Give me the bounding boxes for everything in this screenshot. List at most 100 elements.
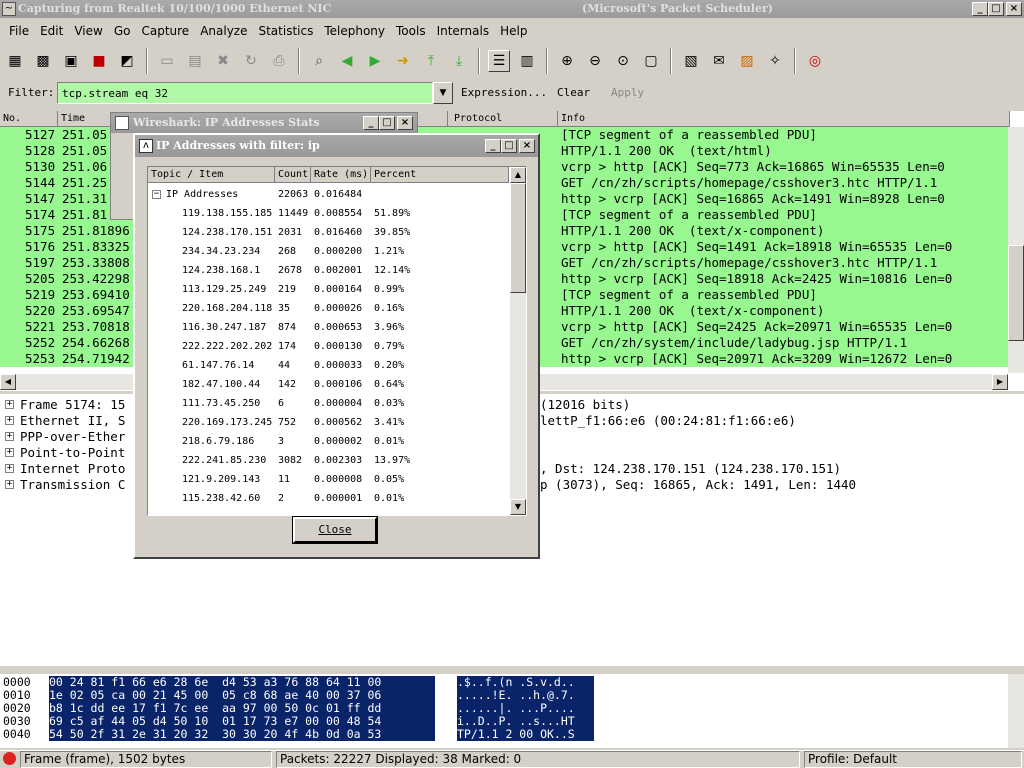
- interfaces-icon[interactable]: ▦: [4, 50, 26, 72]
- stats-ip-row[interactable]: 220.169.173.245 752 0.000562 3.41%: [148, 413, 508, 432]
- col-topic[interactable]: Topic / Item: [148, 167, 275, 183]
- stats-root-row[interactable]: − IP Addresses 22063 0.016484: [148, 185, 508, 204]
- go-last-icon[interactable]: ⤓: [448, 50, 470, 72]
- expand-icon[interactable]: +: [5, 480, 14, 489]
- go-forward-icon[interactable]: ▶: [364, 50, 386, 72]
- stats-ip-row[interactable]: 115.238.42.60 2 0.000001 0.01%: [148, 489, 508, 508]
- stop-capture-icon[interactable]: ■: [88, 50, 110, 72]
- print-icon[interactable]: ⎙: [268, 50, 290, 72]
- display-filters-icon[interactable]: ✉: [708, 50, 730, 72]
- bg-dialog-close-button[interactable]: ×: [397, 116, 413, 130]
- hscroll-left-arrow[interactable]: ◀: [0, 374, 16, 390]
- menu-help[interactable]: Help: [500, 24, 527, 38]
- expand-icon[interactable]: +: [5, 400, 14, 409]
- go-first-icon[interactable]: ⤒: [420, 50, 442, 72]
- stats-ip-row[interactable]: 124.238.170.151 2031 0.016460 39.85%: [148, 223, 508, 242]
- zoom-normal-icon[interactable]: ⊙: [612, 50, 634, 72]
- find-icon[interactable]: ⌕: [308, 50, 330, 72]
- apply-button[interactable]: Apply: [611, 86, 644, 99]
- collapse-icon[interactable]: −: [152, 190, 161, 199]
- column-info-label: Info: [561, 113, 586, 124]
- expert-info-icon[interactable]: [3, 752, 16, 765]
- menu-edit[interactable]: Edit: [40, 24, 63, 38]
- stats-ip-row[interactable]: 111.73.45.250 6 0.000004 0.03%: [148, 394, 508, 413]
- hex-bytes[interactable]: 54 50 2f 31 2e 31 20 32 30 30 20 4f 4b 0…: [49, 728, 435, 741]
- col-percent[interactable]: Percent: [371, 167, 509, 183]
- maximize-button[interactable]: □: [988, 2, 1004, 16]
- colorize-icon[interactable]: ☰: [488, 50, 510, 72]
- minimize-button[interactable]: _: [972, 2, 988, 16]
- close-window-button[interactable]: ×: [1006, 2, 1022, 16]
- menu-analyze[interactable]: Analyze: [200, 24, 247, 38]
- menu-telephony[interactable]: Telephony: [324, 24, 385, 38]
- expression-button[interactable]: Expression...: [461, 86, 547, 99]
- menu-go[interactable]: Go: [114, 24, 131, 38]
- stats-scroll-up[interactable]: ▲: [510, 167, 526, 183]
- auto-scroll-icon[interactable]: ▥: [516, 50, 538, 72]
- capture-filters-icon[interactable]: ▧: [680, 50, 702, 72]
- stats-scroll-thumb[interactable]: [510, 183, 526, 293]
- menu-internals[interactable]: Internals: [437, 24, 490, 38]
- stats-ip-row[interactable]: 218.6.79.186 3 0.000002 0.01%: [148, 432, 508, 451]
- go-back-icon[interactable]: ◀: [336, 50, 358, 72]
- save-file-icon[interactable]: ▤: [184, 50, 206, 72]
- go-to-packet-icon[interactable]: ➜: [392, 50, 414, 72]
- stats-scroll-down[interactable]: ▼: [510, 499, 526, 515]
- start-capture-icon[interactable]: ▣: [60, 50, 82, 72]
- detail-left: Internet Proto: [20, 461, 126, 476]
- stats-ip-row[interactable]: 222.222.202.202 174 0.000130 0.79%: [148, 337, 508, 356]
- column-header-info[interactable]: Info: [558, 111, 1010, 127]
- vscroll-thumb[interactable]: [1008, 245, 1024, 341]
- hscroll-right-arrow[interactable]: ▶: [992, 374, 1008, 390]
- expand-icon[interactable]: +: [5, 448, 14, 457]
- expand-icon[interactable]: +: [5, 432, 14, 441]
- dialog-minimize-button[interactable]: _: [485, 139, 501, 153]
- bg-dialog-minimize-button[interactable]: _: [363, 116, 379, 130]
- zoom-out-icon[interactable]: ⊖: [584, 50, 606, 72]
- menu-file[interactable]: File: [9, 24, 29, 38]
- toolbar-separator: [546, 48, 548, 74]
- open-file-icon[interactable]: ▭: [156, 50, 178, 72]
- menu-view[interactable]: View: [74, 24, 102, 38]
- coloring-rules-icon[interactable]: ▨: [736, 50, 758, 72]
- stats-ip-row[interactable]: 220.168.204.118 35 0.000026 0.16%: [148, 299, 508, 318]
- menu-tools[interactable]: Tools: [396, 24, 426, 38]
- expand-icon[interactable]: +: [5, 464, 14, 473]
- stats-ip-row[interactable]: 116.30.247.187 874 0.000653 3.96%: [148, 318, 508, 337]
- expand-icon[interactable]: +: [5, 416, 14, 425]
- resize-columns-icon[interactable]: ▢: [640, 50, 662, 72]
- preferences-icon[interactable]: ✧: [764, 50, 786, 72]
- stats-ip-row[interactable]: 113.129.25.249 219 0.000164 0.99%: [148, 280, 508, 299]
- packet-info: vcrp > http [ACK] Seq=773 Ack=16865 Win=…: [561, 159, 945, 174]
- column-header-protocol[interactable]: Protocol: [448, 111, 558, 127]
- filter-input[interactable]: tcp.stream eq 32: [57, 82, 433, 104]
- stats-ip-row[interactable]: 121.9.209.143 11 0.000008 0.05%: [148, 470, 508, 489]
- help-icon[interactable]: ◎: [804, 50, 826, 72]
- menu-capture[interactable]: Capture: [141, 24, 189, 38]
- stats-ip-row[interactable]: 119.138.155.185 11449 0.008554 51.89%: [148, 204, 508, 223]
- options-icon[interactable]: ▩: [32, 50, 54, 72]
- stats-ip-row[interactable]: 124.238.168.1 2678 0.002001 12.14%: [148, 261, 508, 280]
- reload-icon[interactable]: ↻: [240, 50, 262, 72]
- filter-dropdown-button[interactable]: ▼: [433, 82, 453, 104]
- bg-dialog-maximize-button[interactable]: □: [379, 116, 395, 130]
- column-header-no[interactable]: No.: [0, 111, 58, 127]
- close-file-icon[interactable]: ✖: [212, 50, 234, 72]
- packet-no: 5175: [25, 223, 56, 238]
- dialog-close-button[interactable]: Close: [292, 516, 378, 544]
- hex-ascii[interactable]: TP/1.1 2 00 OK..S: [457, 728, 594, 741]
- col-count[interactable]: Count: [275, 167, 311, 183]
- zoom-in-icon[interactable]: ⊕: [556, 50, 578, 72]
- dialog-close-x-button[interactable]: ×: [519, 139, 535, 153]
- dialog-maximize-button[interactable]: □: [501, 139, 517, 153]
- clear-button[interactable]: Clear: [557, 86, 590, 99]
- stats-ip-row[interactable]: 222.241.85.230 3082 0.002303 13.97%: [148, 451, 508, 470]
- menu-statistics[interactable]: Statistics: [258, 24, 313, 38]
- stats-ip-row[interactable]: 61.147.76.14 44 0.000033 0.20%: [148, 356, 508, 375]
- stats-ip-row[interactable]: 182.47.100.44 142 0.000106 0.64%: [148, 375, 508, 394]
- restart-capture-icon[interactable]: ◩: [116, 50, 138, 72]
- status-profile[interactable]: Profile: Default: [804, 751, 1022, 768]
- stats-ip-row[interactable]: 234.34.23.234 268 0.000200 1.21%: [148, 242, 508, 261]
- col-rate[interactable]: Rate (ms): [311, 167, 371, 183]
- bytes-pane-scrollbar[interactable]: [1008, 674, 1024, 748]
